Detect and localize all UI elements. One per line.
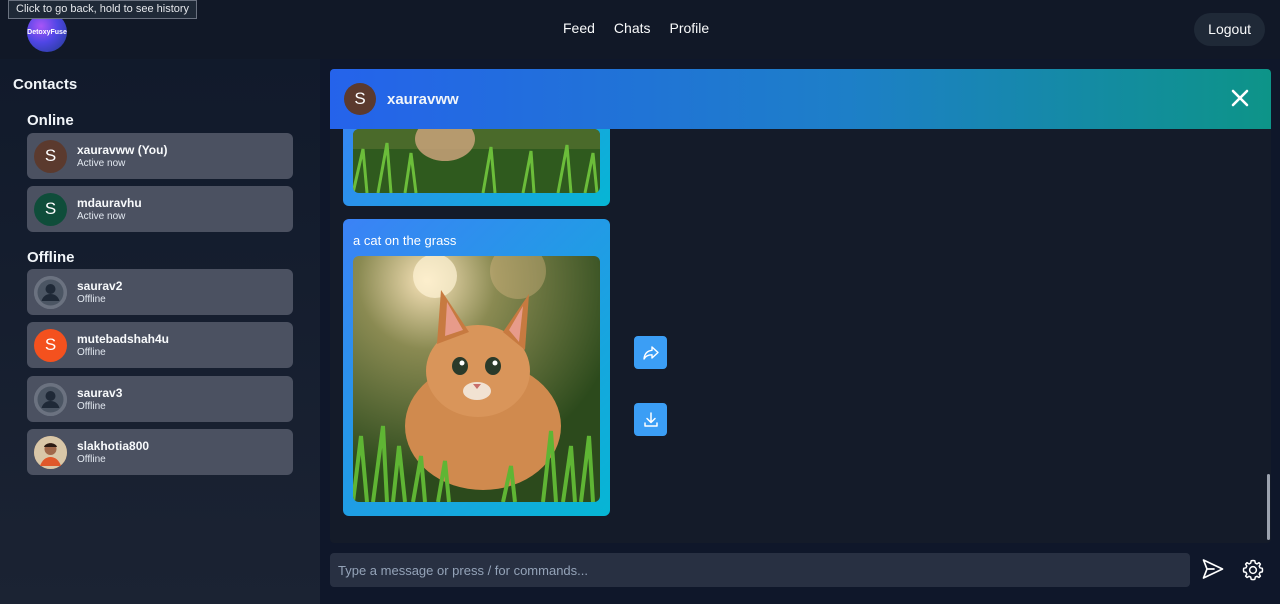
contact-status: Offline xyxy=(77,347,106,358)
logo-text: DetoxyFuse xyxy=(27,28,67,36)
contact-name: mutebadshah4u xyxy=(77,332,170,346)
contact-name: mdauravhu xyxy=(77,196,142,210)
contact-status: Offline xyxy=(77,401,106,412)
back-button-tooltip: Click to go back, hold to see history xyxy=(8,0,198,19)
contact-status: Offline xyxy=(77,294,106,305)
message-image[interactable] xyxy=(353,256,600,502)
offline-section-title: Offline xyxy=(27,249,75,266)
contact-item-slakhotia800[interactable]: slakhotia800 Offline xyxy=(27,429,293,475)
nav-chats[interactable]: Chats xyxy=(614,20,651,36)
contacts-sidebar: Contacts Online S xauravww (You) Active … xyxy=(0,59,320,604)
chat-scrollbar[interactable] xyxy=(1267,474,1270,540)
message-image[interactable] xyxy=(353,129,600,193)
contact-item-mdauravhu[interactable]: S mdauravhu Active now xyxy=(27,186,293,232)
gear-icon[interactable] xyxy=(1241,558,1265,582)
nav-profile[interactable]: Profile xyxy=(670,20,710,36)
contact-item-saurav3[interactable]: saurav3 Offline xyxy=(27,376,293,422)
chat-title: xauravww xyxy=(387,90,459,108)
online-section-title: Online xyxy=(27,112,74,129)
contact-status: Active now xyxy=(77,211,126,222)
share-button[interactable] xyxy=(634,336,667,369)
avatar: S xyxy=(34,328,67,362)
contact-name: saurav2 xyxy=(77,279,123,293)
message-bubble: a cat on the grass xyxy=(343,219,610,516)
avatar: S xyxy=(34,192,67,226)
chat-window: S xauravww a cat on the grass xyxy=(330,69,1271,543)
main-nav: Feed Chats Profile xyxy=(563,20,709,36)
contact-item-xauravww[interactable]: S xauravww (You) Active now xyxy=(27,133,293,179)
message-input[interactable] xyxy=(330,553,1190,587)
avatar: S xyxy=(34,139,67,173)
contact-status: Offline xyxy=(77,454,106,465)
default-user-icon xyxy=(34,382,67,416)
download-button[interactable] xyxy=(634,403,667,436)
close-icon[interactable] xyxy=(1229,87,1251,109)
download-icon xyxy=(643,411,658,427)
message-caption: a cat on the grass xyxy=(353,233,457,248)
contact-name: xauravww (You) xyxy=(77,143,168,157)
send-icon[interactable] xyxy=(1201,557,1225,581)
chat-header: S xauravww xyxy=(330,69,1271,129)
logout-button[interactable]: Logout xyxy=(1194,13,1265,46)
profile-photo xyxy=(34,435,67,469)
default-user-icon xyxy=(34,275,67,309)
contact-item-saurav2[interactable]: saurav2 Offline xyxy=(27,269,293,315)
contact-item-mutebadshah4u[interactable]: S mutebadshah4u Offline xyxy=(27,322,293,368)
share-icon xyxy=(642,345,659,360)
contacts-title: Contacts xyxy=(13,76,78,93)
nav-feed[interactable]: Feed xyxy=(563,20,595,36)
chat-avatar: S xyxy=(344,83,376,115)
contact-status: Active now xyxy=(77,158,126,169)
contact-name: saurav3 xyxy=(77,386,123,400)
contact-name: slakhotia800 xyxy=(77,439,150,453)
message-composer xyxy=(330,553,1280,587)
